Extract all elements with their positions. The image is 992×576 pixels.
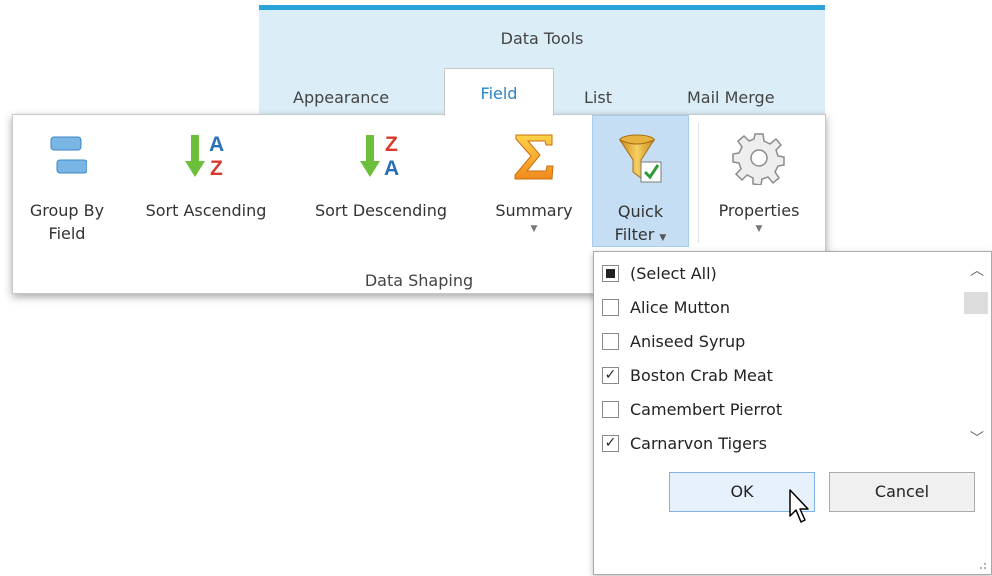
properties-label: Properties <box>718 201 800 220</box>
checkbox[interactable] <box>602 400 619 418</box>
tab-appearance[interactable]: Appearance <box>293 88 389 107</box>
list-item[interactable]: Camembert Pierrot <box>602 394 782 424</box>
svg-text:Z: Z <box>210 157 223 180</box>
sort-descending-icon: Z A <box>358 131 404 189</box>
item-label: (Select All) <box>630 263 717 283</box>
sort-ascending-button[interactable]: A Z Sort Ascending <box>131 115 281 247</box>
sort-ascending-label: Sort Ascending <box>145 201 267 220</box>
list-item[interactable]: Alice Mutton <box>602 292 730 322</box>
scroll-up-icon[interactable]: ︿ <box>970 260 984 280</box>
group-by-field-icon <box>47 131 88 185</box>
tab-field[interactable]: Field <box>444 68 554 116</box>
list-item-select-all[interactable]: (Select All) <box>602 258 717 288</box>
item-label: Carnarvon Tigers <box>630 433 767 453</box>
sigma-icon <box>512 131 556 187</box>
checkbox-checked[interactable]: ✓ <box>602 366 619 384</box>
item-label: Aniseed Syrup <box>630 331 746 351</box>
item-label: Boston Crab Meat <box>630 365 773 385</box>
quick-label: Quick <box>617 202 664 221</box>
list-item[interactable]: Aniseed Syrup <box>602 326 745 356</box>
tab-mail-merge[interactable]: Mail Merge <box>687 88 775 107</box>
list-item[interactable]: ✓ Carnarvon Tigers <box>602 428 767 458</box>
filter-funnel-icon <box>617 132 665 192</box>
cancel-button[interactable]: Cancel <box>829 472 975 512</box>
scrollbar-thumb[interactable] <box>964 292 988 314</box>
group-by-label: Group By <box>29 201 105 220</box>
sort-descending-button[interactable]: Z A Sort Descending <box>291 115 471 247</box>
list-item[interactable]: ✓ Boston Crab Meat <box>602 360 773 390</box>
tab-list[interactable]: List <box>584 88 612 107</box>
scrollbar[interactable]: ︿ ﹀ <box>963 252 991 464</box>
context-group-title: Data Tools <box>500 29 584 48</box>
group-by-field-button[interactable]: Group By Field <box>17 115 117 247</box>
item-label: Camembert Pierrot <box>630 399 783 419</box>
mouse-pointer-icon <box>789 489 809 523</box>
filter-label: Filter <box>614 225 655 244</box>
sort-descending-label: Sort Descending <box>314 201 448 220</box>
quick-filter-popup: (Select All) Alice Mutton Aniseed Syrup … <box>593 251 992 575</box>
dropdown-arrow-icon: ▼ <box>755 224 763 234</box>
summary-button[interactable]: Summary ▼ <box>481 115 587 247</box>
svg-text:Z: Z <box>385 133 398 156</box>
summary-label: Summary <box>495 201 573 220</box>
checkbox-checked[interactable]: ✓ <box>602 434 619 452</box>
scroll-down-icon[interactable]: ﹀ <box>970 428 984 448</box>
checkbox[interactable] <box>602 332 619 350</box>
item-label: Alice Mutton <box>630 297 730 317</box>
dropdown-arrow-icon: ▼ <box>530 224 538 234</box>
svg-text:A: A <box>384 157 399 180</box>
gear-icon <box>732 131 786 189</box>
dropdown-arrow-icon: ▼ <box>659 233 667 243</box>
checkbox-indeterminate[interactable] <box>602 264 619 282</box>
svg-text:A: A <box>209 133 224 156</box>
separator <box>698 123 699 243</box>
resize-grip-icon[interactable] <box>977 560 987 570</box>
sort-ascending-icon: A Z <box>183 131 229 189</box>
properties-button[interactable]: Properties ▼ <box>701 115 817 247</box>
field-label: Field <box>48 224 86 243</box>
quick-filter-button[interactable]: Quick Filter ▼ <box>592 115 689 247</box>
checkbox[interactable] <box>602 298 619 316</box>
